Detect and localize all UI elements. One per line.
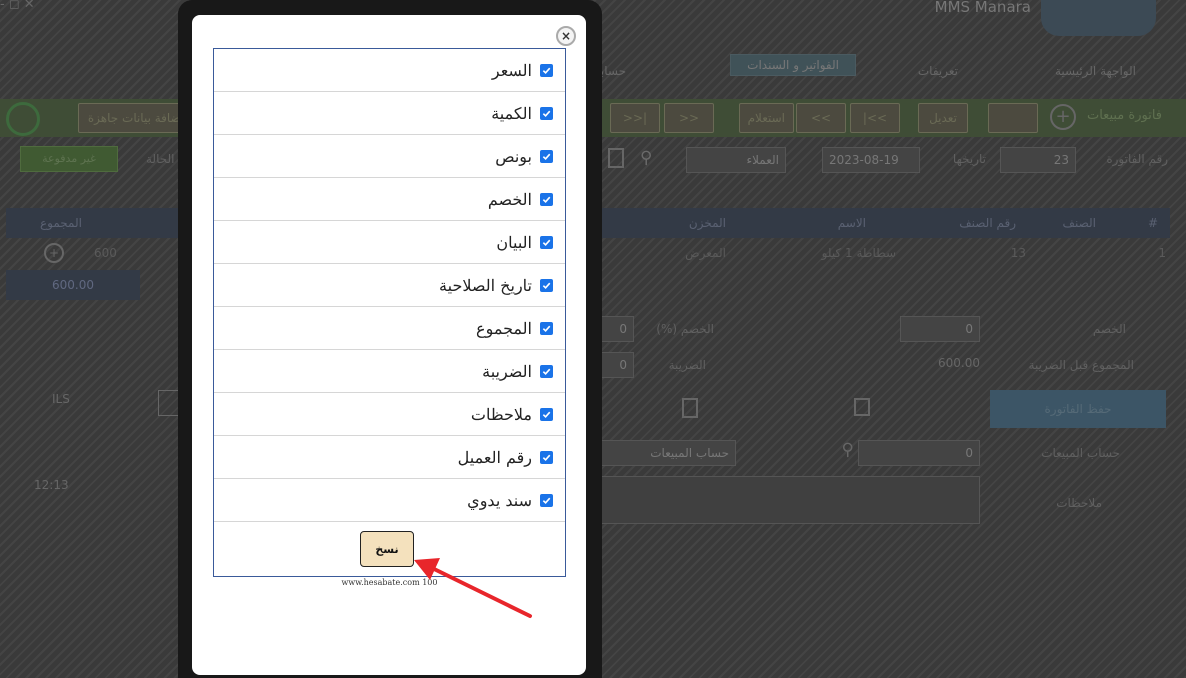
th-index: #: [1147, 216, 1158, 230]
discount-field[interactable]: 0: [900, 316, 980, 342]
column-row-expiry-date[interactable]: تاريخ الصلاحية: [214, 264, 565, 307]
column-row-total[interactable]: المجموع: [214, 307, 565, 350]
first-button[interactable]: >>|: [850, 103, 900, 133]
checkbox-description[interactable]: [540, 235, 553, 249]
window-controls[interactable]: - ◻ ✕: [0, 0, 35, 12]
notes-label: ملاحظات: [1056, 496, 1102, 510]
sales-account-label: حساب المبيعات: [1041, 446, 1120, 460]
column-label-expiry-date: تاريخ الصلاحية: [439, 275, 532, 295]
row-name: سطاطة 1 كيلو: [821, 246, 896, 260]
column-label-total: المجموع: [476, 318, 532, 338]
invoice-no-label: رقم الفاتورة: [1106, 152, 1168, 166]
th-name: الاسم: [837, 216, 866, 230]
column-label-manual-bond: سند يدوي: [467, 490, 532, 510]
row-item-no: 13: [1010, 246, 1026, 260]
prev-button[interactable]: >>: [796, 103, 846, 133]
add-icon[interactable]: +: [1050, 104, 1076, 130]
close-icon: ×: [560, 29, 572, 43]
checkbox-quantity[interactable]: [540, 106, 553, 120]
copy-button[interactable]: نسخ: [360, 531, 414, 567]
column-row-notes[interactable]: ملاحظات: [214, 393, 565, 436]
checkbox-tax[interactable]: [540, 364, 553, 378]
nav-definitions[interactable]: تعريفات: [918, 58, 958, 84]
refresh-icon[interactable]: [6, 102, 40, 136]
column-label-discount: الخصم: [487, 189, 532, 209]
before-tax-label: المجموع قبل الضريبة: [1028, 358, 1134, 372]
before-tax-value: 600.00: [938, 356, 980, 370]
checkbox-notes[interactable]: [540, 407, 553, 421]
save-invoice-button[interactable]: حفظ الفاتورة: [990, 390, 1166, 428]
th-total: المجموع: [40, 216, 82, 230]
column-row-quantity[interactable]: الكمية: [214, 92, 565, 135]
copy-icon[interactable]: [854, 398, 870, 416]
toolbar-blank-button[interactable]: [988, 103, 1038, 133]
checkbox-bonus[interactable]: [540, 149, 553, 163]
column-label-tax: الضريبة: [482, 361, 532, 381]
row-index: 1: [1158, 246, 1166, 260]
column-row-bonus[interactable]: بونص: [214, 135, 565, 178]
edit-button[interactable]: تعديل: [918, 103, 968, 133]
close-button[interactable]: ×: [556, 26, 576, 46]
date-field[interactable]: 2023-08-19: [822, 147, 920, 173]
checkbox-manual-bond[interactable]: [540, 493, 553, 507]
column-row-discount[interactable]: الخصم: [214, 178, 565, 221]
th-store: المخزن: [688, 216, 726, 230]
currency-box[interactable]: [158, 390, 180, 416]
row-total: 600: [94, 246, 117, 260]
add-row-icon[interactable]: +: [44, 243, 64, 263]
checkbox-discount[interactable]: [540, 192, 553, 206]
column-row-price[interactable]: السعر: [214, 49, 565, 92]
column-label-quantity: الكمية: [491, 103, 532, 123]
checkbox-price[interactable]: [540, 63, 553, 77]
discount-pct-label: الخصم (%): [656, 322, 714, 336]
status-label: الحالة: [146, 152, 175, 166]
customer-select[interactable]: العملاء: [686, 147, 786, 173]
column-label-description: البيان: [496, 232, 532, 252]
toolbar-title: فاتورة مبيعات: [1086, 108, 1162, 123]
sales-account-amount[interactable]: 0: [858, 440, 980, 466]
sales-account-select[interactable]: حساب المبيعات: [586, 440, 736, 466]
status-badge: غير مدفوعة: [20, 146, 118, 172]
nav-invoices-bonds[interactable]: الفواتير و السندات: [730, 54, 856, 76]
column-row-tax[interactable]: الضريبة: [214, 350, 565, 393]
button-area: نسخ: [214, 522, 565, 576]
table-total: 600.00: [6, 270, 140, 300]
last-button[interactable]: |<<: [610, 103, 660, 133]
currency-label: ILS: [52, 392, 70, 406]
document-icon[interactable]: [608, 148, 624, 168]
invoice-no-field[interactable]: 23: [1000, 147, 1076, 173]
notes-field[interactable]: [586, 476, 980, 524]
column-row-customer-no[interactable]: رقم العميل: [214, 436, 565, 479]
query-button[interactable]: استعلام: [738, 103, 794, 133]
brand-logo: [1041, 0, 1156, 36]
th-item: الصنف: [1062, 216, 1096, 230]
column-row-description[interactable]: البيان: [214, 221, 565, 264]
clipboard-icon[interactable]: [682, 398, 698, 418]
date-label: تاريخها: [952, 152, 986, 166]
search-icon[interactable]: ⚲: [640, 148, 652, 168]
next-button[interactable]: <<: [664, 103, 714, 133]
tax-label: الضريبة: [668, 358, 706, 372]
th-item-no: رقم الصنف: [959, 216, 1016, 230]
column-label-price: السعر: [491, 60, 532, 80]
column-row-manual-bond[interactable]: سند يدوي: [214, 479, 565, 522]
column-label-customer-no: رقم العميل: [457, 447, 532, 467]
time-label: 12:13: [34, 478, 69, 492]
add-unlisted-button[interactable]: إضافة بيانات جاهزة: [78, 103, 194, 133]
column-label-bonus: بونص: [495, 146, 532, 166]
discount-label: الخصم: [1092, 322, 1126, 336]
checkbox-total[interactable]: [540, 321, 553, 335]
account-search-icon[interactable]: ⚲: [842, 440, 854, 460]
nav-home[interactable]: الواجهة الرئيسية: [1055, 58, 1136, 84]
column-label-notes: ملاحظات: [470, 404, 532, 424]
brand-name: MMS Manara: [934, 0, 1031, 16]
checkbox-expiry-date[interactable]: [540, 278, 553, 292]
checkbox-customer-no[interactable]: [540, 450, 553, 464]
row-store: المعرض: [685, 246, 726, 260]
footer-text: www.hesabate.com 100: [341, 578, 438, 587]
column-list: السعر الكمية بونص الخصم البيان تاريخ الص…: [213, 48, 566, 577]
